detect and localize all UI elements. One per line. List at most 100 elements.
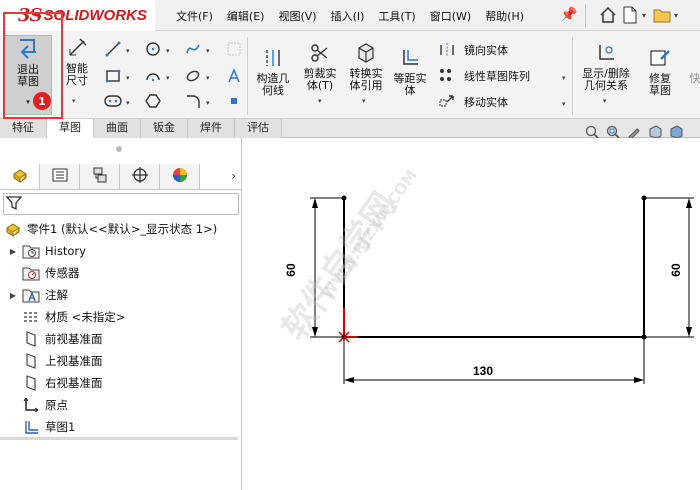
circle-icon[interactable] [144,40,162,58]
configuration-manager-tab[interactable] [80,164,120,189]
quick-access-toolbar: ▾ ▾ [598,5,684,25]
expand-arrow-icon[interactable]: ▶ [8,291,18,300]
tab-features[interactable]: 特征 [0,119,47,138]
tree-item-origin[interactable]: 原点 [0,394,242,416]
tree-root-part[interactable]: 零件1 (默认<<默认>_显示状态 1>) [0,218,242,240]
tree-item-sketch1[interactable]: 草图1 [0,416,242,438]
convert-dropdown-icon[interactable]: ▾ [362,97,366,105]
open-folder-icon[interactable] [652,5,672,25]
repair-sketch-icon [647,45,673,71]
linear-sketch-pattern-label: 线性草图阵列 [464,70,530,83]
dimension-text-left[interactable]: 60 [284,263,298,277]
tree-item-sensors[interactable]: 传感器 [0,262,242,284]
sketch-icon [22,418,40,436]
smart-dimension-icon [64,35,90,61]
graphics-area[interactable]: 60 60 130 [243,138,700,490]
tree-item-label: History [45,244,86,258]
tree-item-top-plane[interactable]: 上视基准面 [0,350,242,372]
move-dropdown-icon[interactable]: ▾ [562,100,566,108]
dimension-arrow [312,327,318,337]
dimension-arrow [686,327,692,337]
rectangle-icon[interactable] [104,67,122,85]
display-delete-relations-button[interactable]: 显示/删除几何关系 [578,40,634,92]
trim-entities-button[interactable]: 剪裁实体(T) [298,40,342,92]
smart-dimension-dropdown-icon[interactable]: ▾ [72,97,76,105]
arc-dropdown-icon[interactable]: ▾ [166,74,170,82]
feature-tree-filter[interactable] [3,193,239,215]
sketch-fillet-icon[interactable] [184,92,202,110]
polygon-icon[interactable] [144,92,162,110]
menu-view[interactable]: 视图(V) [278,8,316,24]
line-icon[interactable] [104,40,122,58]
panel-horizontal-scrollbar[interactable] [0,437,238,440]
dimension-text-right[interactable]: 60 [669,263,683,277]
pattern-dropdown-icon[interactable]: ▾ [562,74,566,82]
sketch-fillet-dropdown-icon[interactable]: ▾ [206,99,210,107]
ellipse-dropdown-icon[interactable]: ▾ [206,74,210,82]
slot-dropdown-icon[interactable]: ▾ [126,99,130,107]
move-entities-button[interactable]: 移动实体 [438,93,508,111]
ellipse-icon[interactable] [184,67,202,85]
linear-sketch-pattern-button[interactable]: 线性草图阵列 [438,67,530,85]
menu-tools[interactable]: 工具(T) [378,8,415,24]
quick-snaps-icon [688,45,700,71]
tree-item-label: 右视基准面 [45,376,103,390]
home-icon[interactable] [598,5,618,25]
tab-evaluate[interactable]: 评估 [235,119,282,138]
dimension-text-bottom[interactable]: 130 [473,364,493,378]
open-dropdown-icon[interactable]: ▾ [674,11,678,20]
menu-help[interactable]: 帮助(H) [485,8,524,24]
move-entities-icon [438,93,456,111]
new-document-icon[interactable] [620,5,640,25]
tree-item-label: 注解 [45,288,68,302]
rectangle-dropdown-icon[interactable]: ▾ [126,74,130,82]
relations-dropdown-icon[interactable]: ▾ [603,97,607,105]
chevron-right-icon[interactable]: › [231,169,236,183]
expand-arrow-icon[interactable]: ▶ [8,247,18,256]
feature-manager-tab[interactable] [0,164,40,189]
new-dropdown-icon[interactable]: ▾ [642,11,646,20]
point-icon[interactable] [225,92,243,110]
tree-item-front-plane[interactable]: 前视基准面 [0,328,242,350]
quick-snaps-button[interactable]: 快 [688,45,700,85]
mirror-entities-button[interactable]: 镜向实体 [438,41,508,59]
spline-icon[interactable] [184,40,202,58]
arc-icon[interactable] [144,67,162,85]
smart-dimension-button[interactable]: 智能尺寸 [57,35,97,87]
display-manager-tab[interactable] [160,164,200,189]
tree-item-right-plane[interactable]: 右视基准面 [0,372,242,394]
tree-item-annotations[interactable]: ▶ 注解 [0,284,242,306]
tree-item-history[interactable]: ▶ History [0,240,242,262]
trim-entities-label: 剪裁实体(T) [303,67,337,92]
plane-icon [22,374,40,392]
repair-sketch-button[interactable]: 修复草图 [638,45,682,97]
surface-spline-icon [225,40,243,58]
line-dropdown-icon[interactable]: ▾ [126,47,130,55]
trim-dropdown-icon[interactable]: ▾ [318,97,322,105]
offset-entities-label: 等距实体 [393,72,427,97]
menu-insert[interactable]: 插入(I) [331,8,365,24]
dimension-arrow [634,377,644,383]
slot-icon[interactable] [104,92,122,110]
plane-icon [22,330,40,348]
tree-item-material[interactable]: 材质 <未指定> [0,306,242,328]
property-manager-tab[interactable] [40,164,80,189]
pin-icon[interactable]: 📌 [560,7,577,23]
tab-weldments[interactable]: 焊件 [188,119,235,138]
tree-item-label: 上视基准面 [45,354,103,368]
circle-dropdown-icon[interactable]: ▾ [166,47,170,55]
spline-dropdown-icon[interactable]: ▾ [206,47,210,55]
dimxpert-manager-tab[interactable] [120,164,160,189]
sketch-canvas[interactable]: 60 60 130 [243,138,700,490]
tab-surfaces[interactable]: 曲面 [94,119,141,138]
text-icon[interactable] [225,67,243,85]
tab-sheet-metal[interactable]: 钣金 [141,119,188,138]
menu-file[interactable]: 文件(F) [176,8,213,24]
panel-collapse-handle[interactable] [116,146,122,152]
menu-window[interactable]: 窗口(W) [430,8,471,24]
tab-sketch[interactable]: 草图 [47,119,94,138]
construction-geometry-button[interactable]: 构造几何线 [252,45,294,97]
menu-edit[interactable]: 编辑(E) [227,8,265,24]
convert-entities-button[interactable]: 转换实体引用 [344,40,388,92]
offset-entities-button[interactable]: 等距实体 [389,45,431,97]
